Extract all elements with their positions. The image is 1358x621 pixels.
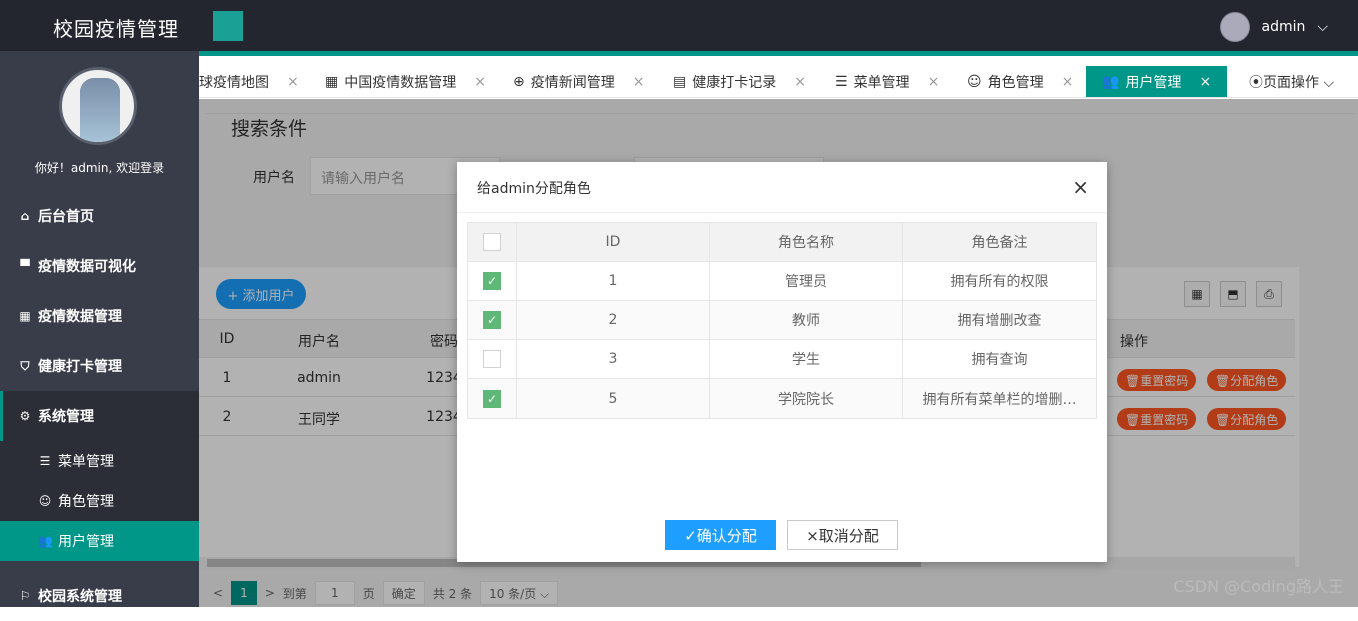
role-table-header: ID 角色名称 角色备注 — [468, 223, 1096, 262]
shield-icon: ⛉ — [20, 358, 30, 373]
sidebar-item-roles[interactable]: ☺ 角色管理 — [0, 481, 199, 521]
close-icon[interactable]: × — [1062, 74, 1074, 90]
select-all-checkbox[interactable] — [483, 233, 501, 251]
globe-icon: ⊕ — [513, 74, 525, 90]
role-note: 拥有所有的权限 — [950, 274, 1049, 290]
role-name: 教师 — [710, 301, 903, 339]
chevron-down-icon: ⌵ — [1317, 19, 1328, 35]
table-icon: ▦ — [325, 74, 339, 90]
tab-menu[interactable]: ☰ 菜单管理 × — [835, 66, 940, 97]
role-id: 5 — [517, 379, 710, 418]
role-row: ✓ 1 管理员 拥有所有的权限 — [468, 262, 1096, 301]
header-role-name: 角色名称 — [710, 223, 903, 261]
sidebar-item-system[interactable]: ⚙ 系统管理 — [0, 391, 199, 441]
home-icon: ⌂ — [20, 209, 30, 223]
users-icon: 👥 — [38, 534, 53, 548]
dialog-title: 给admin分配角色 — [457, 162, 1107, 213]
tab-bar: 球疫情地图 × ▦ 中国疫情数据管理 × ⊕ 疫情新闻管理 × ▤ 健康打卡记录 × ☰ 菜单管… — [199, 56, 1358, 98]
tab-china-data[interactable]: ▦ 中国疫情数据管理 × — [325, 66, 486, 97]
role-note: 拥有增删改查 — [957, 313, 1042, 329]
list-icon: ☰ — [835, 74, 848, 90]
tab-users[interactable]: 👥 用户管理 × — [1086, 66, 1228, 97]
close-icon[interactable]: × — [928, 74, 940, 90]
welcome-text: 你好！admin, 欢迎登录 — [34, 161, 165, 175]
flag-icon: ⚐ — [19, 589, 31, 603]
sidebar-item-home[interactable]: ⌂ 后台首页 — [0, 191, 199, 241]
list-icon: ☰ — [39, 454, 51, 468]
row-checkbox[interactable]: ✓ — [483, 389, 501, 408]
role-row: 3 学生 拥有查询 — [468, 340, 1096, 379]
role-row: ✓ 2 教师 拥有增删改查 — [468, 301, 1096, 340]
tab-world-map[interactable]: 球疫情地图 × — [199, 66, 299, 97]
close-icon[interactable]: × — [794, 74, 806, 90]
gear-icon: ⚙ — [19, 409, 31, 423]
role-name: 管理员 — [710, 262, 903, 300]
smile-icon: ☺ — [967, 74, 982, 90]
row-checkbox[interactable]: ✓ — [483, 311, 501, 329]
role-id: 3 — [517, 340, 710, 378]
sidebar-item-health[interactable]: ⛉ 健康打卡管理 — [0, 341, 199, 391]
role-name: 学生 — [710, 340, 903, 378]
sidebar-item-data[interactable]: ▦ 疫情数据管理 — [0, 291, 199, 341]
page-operations-menu[interactable]: ⦿页面操作 ⌵ — [1249, 66, 1334, 97]
role-name: 学院院长 — [710, 379, 903, 418]
avatar — [59, 67, 137, 145]
tab-roles[interactable]: ☺ 角色管理 × — [967, 66, 1074, 97]
avatar — [1219, 12, 1250, 42]
username: admin — [1261, 19, 1306, 35]
cancel-assign-button[interactable]: ×取消分配 — [787, 520, 898, 550]
sidebar-item-visualization[interactable]: ▀ 疫情数据可视化 — [0, 241, 199, 291]
sidebar: 你好！admin, 欢迎登录 ⌂ 后台首页 ▀ 疫情数据可视化 ▦ 疫情数据管理… — [0, 51, 199, 607]
assign-role-dialog: 给admin分配角色 × ID 角色名称 角色备注 ✓ 1 管理员 拥有所有的权… — [457, 162, 1107, 562]
calendar-icon: ▤ — [673, 74, 687, 90]
role-note: 拥有所有菜单栏的增删… — [922, 391, 1077, 408]
close-icon[interactable]: × — [1072, 175, 1089, 199]
role-id: 2 — [517, 301, 710, 339]
row-checkbox[interactable] — [483, 350, 501, 368]
table-icon: ▦ — [19, 309, 31, 323]
header-role-note: 角色备注 — [971, 235, 1028, 251]
sidebar-item-menu[interactable]: ☰ 菜单管理 — [0, 441, 199, 481]
close-icon[interactable]: × — [633, 74, 645, 90]
role-table: ID 角色名称 角色备注 ✓ 1 管理员 拥有所有的权限 ✓ 2 教师 拥有增删… — [467, 222, 1097, 419]
role-note: 拥有查询 — [971, 352, 1028, 368]
tab-health-records[interactable]: ▤ 健康打卡记录 × — [673, 66, 806, 97]
monitor-icon: ▀ — [20, 259, 30, 273]
sidebar-item-users[interactable]: 👥 用户管理 — [0, 521, 199, 561]
confirm-assign-button[interactable]: ✓确认分配 — [665, 520, 776, 550]
close-icon[interactable]: × — [287, 74, 299, 90]
close-icon[interactable]: × — [474, 74, 486, 90]
app-title: 校园疫情管理 — [53, 17, 179, 41]
sidebar-toggle-button[interactable] — [213, 11, 243, 41]
user-menu[interactable]: admin ⌵ — [1219, 12, 1328, 42]
top-bar: 校园疫情管理 admin ⌵ — [0, 0, 1358, 51]
users-icon: 👥 — [1102, 74, 1120, 90]
tab-news[interactable]: ⊕ 疫情新闻管理 × — [513, 66, 645, 97]
close-icon[interactable]: × — [1199, 74, 1211, 90]
watermark: CSDN @Coding路人王 — [1173, 577, 1344, 596]
role-row: ✓ 5 学院院长 拥有所有菜单栏的增删… — [468, 379, 1096, 418]
smile-icon: ☺ — [38, 494, 52, 508]
sidebar-item-campus[interactable]: ⚐ 校园系统管理 — [0, 571, 199, 621]
header-id: ID — [517, 223, 710, 261]
role-id: 1 — [517, 262, 710, 300]
row-checkbox[interactable]: ✓ — [483, 272, 501, 290]
